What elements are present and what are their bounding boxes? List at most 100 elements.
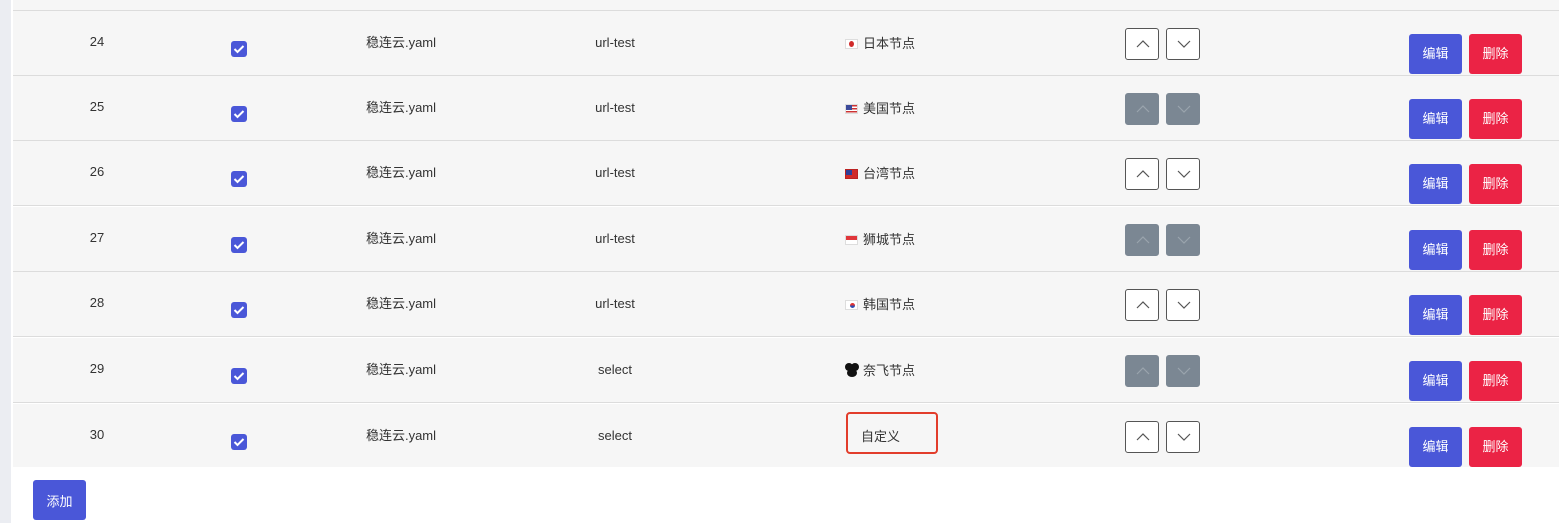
chevron-down-icon	[1177, 367, 1191, 375]
chevron-down-icon	[1177, 236, 1191, 244]
group-name-label: 狮城节点	[863, 232, 916, 247]
move-down-button[interactable]	[1166, 93, 1200, 125]
group-name: 狮城节点	[845, 208, 1045, 272]
group-name-label: 日本节点	[863, 36, 916, 51]
row-id: 25	[89, 99, 105, 114]
table-row: 26 稳连云.yaml url-test 台湾节点 编辑 删除	[13, 141, 1559, 206]
enabled-checkbox[interactable]	[231, 76, 247, 140]
delete-button[interactable]: 删除	[1469, 34, 1522, 74]
group-type: url-test	[595, 165, 635, 180]
table-row: 30 稳连云.yaml select 自定义 编辑 删除	[13, 404, 1559, 468]
enabled-checkbox[interactable]	[231, 11, 247, 75]
delete-button[interactable]: 删除	[1469, 99, 1522, 139]
group-name-label: 奈飞节点	[863, 363, 916, 378]
group-name: 奈飞节点	[845, 339, 1045, 403]
chevron-down-icon	[1177, 40, 1191, 48]
move-up-button[interactable]	[1125, 289, 1159, 321]
group-name: 台湾节点	[845, 142, 1045, 206]
group-name: 日本节点	[845, 12, 1045, 76]
chevron-up-icon	[1136, 105, 1150, 113]
edit-button[interactable]: 编辑	[1409, 34, 1462, 74]
edit-button[interactable]: 编辑	[1409, 99, 1462, 139]
chevron-down-icon	[1177, 301, 1191, 309]
row-id: 24	[89, 34, 105, 49]
enabled-checkbox[interactable]	[231, 404, 247, 468]
move-down-button[interactable]	[1166, 224, 1200, 256]
move-down-button[interactable]	[1166, 158, 1200, 190]
group-name-label: 台湾节点	[863, 166, 916, 181]
flag-taiwan-icon	[845, 169, 858, 179]
group-name-label: 自定义	[861, 429, 901, 444]
chevron-up-icon	[1136, 236, 1150, 244]
chevron-down-icon	[1177, 170, 1191, 178]
row-actions: 编辑 删除	[1409, 404, 1529, 468]
checkbox-checked-icon[interactable]	[231, 434, 247, 450]
order-controls	[1125, 338, 1201, 402]
checkbox-checked-icon[interactable]	[231, 302, 247, 318]
group-type: select	[598, 428, 632, 443]
chevron-up-icon	[1136, 170, 1150, 178]
table-row: 27 稳连云.yaml url-test 狮城节点 编辑 删除	[13, 207, 1559, 272]
delete-button[interactable]: 删除	[1469, 164, 1522, 204]
delete-button[interactable]: 删除	[1469, 230, 1522, 270]
enabled-checkbox[interactable]	[231, 141, 247, 205]
row-actions: 编辑 删除	[1409, 338, 1529, 402]
row-actions: 编辑 删除	[1409, 272, 1529, 336]
checkbox-checked-icon[interactable]	[231, 368, 247, 384]
row-id: 30	[89, 427, 105, 442]
move-up-button[interactable]	[1125, 93, 1159, 125]
move-up-button[interactable]	[1125, 28, 1159, 60]
group-type: url-test	[595, 100, 635, 115]
row-id: 29	[89, 361, 105, 376]
edit-button[interactable]: 编辑	[1409, 427, 1462, 467]
delete-button[interactable]: 删除	[1469, 361, 1522, 401]
checkbox-checked-icon[interactable]	[231, 171, 247, 187]
group-type: url-test	[595, 231, 635, 246]
flag-singapore-icon	[845, 235, 858, 245]
edit-button[interactable]: 编辑	[1409, 361, 1462, 401]
chevron-up-icon	[1136, 301, 1150, 309]
group-type: url-test	[595, 296, 635, 311]
move-up-button[interactable]	[1125, 421, 1159, 453]
checkbox-checked-icon[interactable]	[231, 106, 247, 122]
enabled-checkbox[interactable]	[231, 338, 247, 402]
row-id: 28	[89, 295, 105, 310]
checkbox-checked-icon[interactable]	[231, 237, 247, 253]
edit-button[interactable]: 编辑	[1409, 230, 1462, 270]
enabled-checkbox[interactable]	[231, 207, 247, 271]
flag-usa-icon	[845, 104, 858, 114]
chevron-down-icon	[1177, 105, 1191, 113]
flag-japan-icon	[845, 39, 858, 49]
left-rail	[0, 0, 11, 523]
move-up-button[interactable]	[1125, 158, 1159, 190]
add-button[interactable]: 添加	[33, 480, 86, 520]
table-footer: 添加	[13, 467, 1559, 523]
move-down-button[interactable]	[1166, 421, 1200, 453]
order-controls	[1125, 76, 1201, 140]
config-file: 稳连云.yaml	[365, 296, 437, 311]
move-down-button[interactable]	[1166, 28, 1200, 60]
delete-button[interactable]: 删除	[1469, 295, 1522, 335]
checkbox-checked-icon[interactable]	[231, 41, 247, 57]
move-up-button[interactable]	[1125, 355, 1159, 387]
table-row: 25 稳连云.yaml url-test 美国节点 编辑 删除	[13, 76, 1559, 141]
edit-button[interactable]: 编辑	[1409, 295, 1462, 335]
group-type: select	[598, 362, 632, 377]
config-file: 稳连云.yaml	[365, 362, 437, 377]
move-up-button[interactable]	[1125, 224, 1159, 256]
delete-button[interactable]: 删除	[1469, 427, 1522, 467]
group-type: url-test	[595, 35, 635, 50]
config-file: 稳连云.yaml	[365, 428, 437, 443]
move-down-button[interactable]	[1166, 289, 1200, 321]
enabled-checkbox[interactable]	[231, 272, 247, 336]
edit-button[interactable]: 编辑	[1409, 164, 1462, 204]
table-row: 29 稳连云.yaml select 奈飞节点 编辑 删除	[13, 338, 1559, 403]
group-name-label: 美国节点	[863, 101, 916, 116]
chevron-down-icon	[1177, 433, 1191, 441]
film-camera-icon	[845, 363, 859, 377]
table-row: 24 稳连云.yaml url-test 日本节点 编辑 删除	[13, 11, 1559, 76]
order-controls	[1125, 404, 1201, 468]
row-id: 27	[89, 230, 105, 245]
move-down-button[interactable]	[1166, 355, 1200, 387]
group-name: 韩国节点	[845, 273, 1045, 337]
